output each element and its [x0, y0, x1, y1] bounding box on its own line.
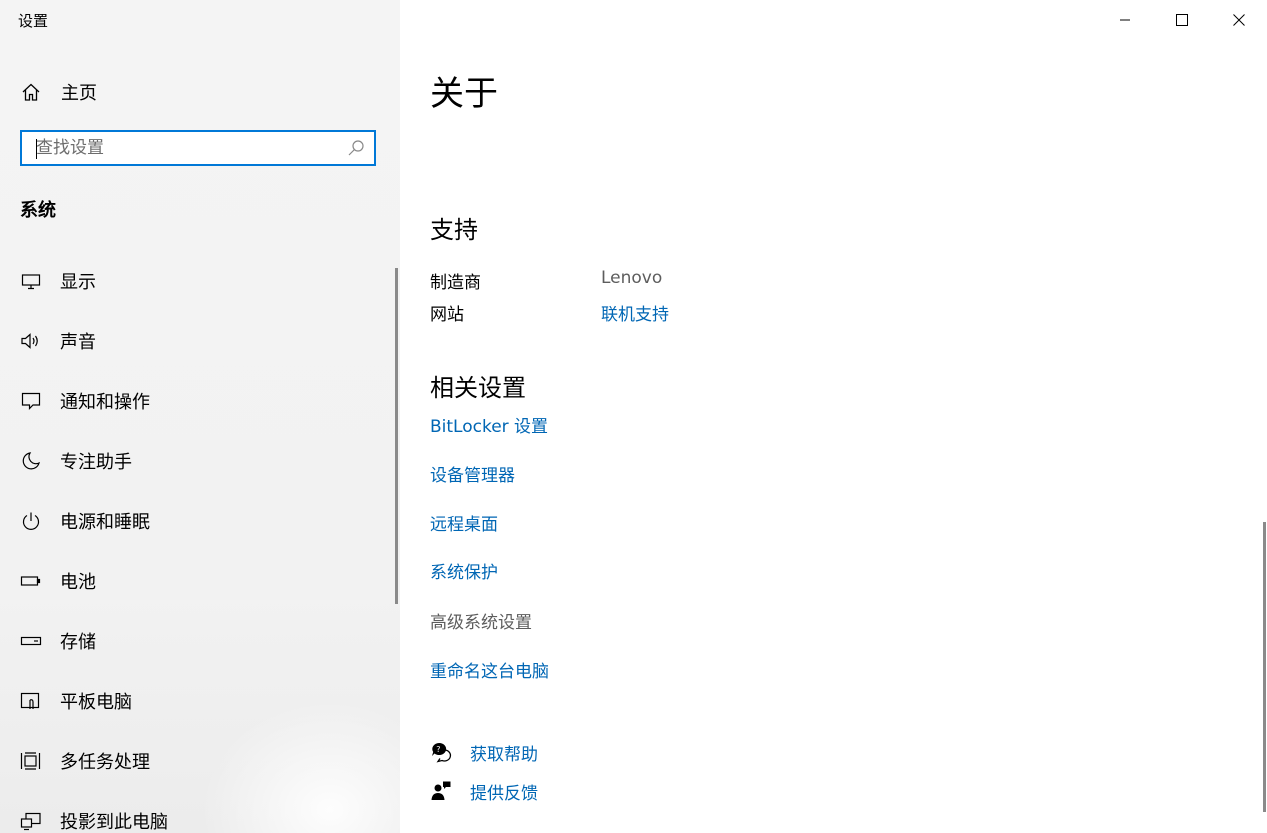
sidebar-item-label: 显示 — [60, 272, 96, 293]
sidebar-item-project[interactable]: 投影到此电脑 — [20, 806, 168, 833]
sidebar-item-label: 多任务处理 — [60, 752, 150, 773]
sidebar-item-label: 电源和睡眠 — [60, 512, 150, 533]
search-icon[interactable] — [346, 138, 366, 158]
help-chat-icon: ? — [430, 741, 452, 763]
sidebar-item-label: 存储 — [60, 632, 96, 653]
maximize-icon — [1175, 11, 1188, 30]
website-label: 网站 — [430, 305, 464, 325]
online-support-link[interactable]: 联机支持 — [601, 300, 669, 325]
tablet-icon — [20, 690, 42, 712]
manufacturer-value: Lenovo — [601, 268, 663, 288]
multitask-icon — [20, 750, 42, 772]
sidebar-item-sound[interactable]: 声音 — [20, 326, 96, 356]
sidebar-item-label: 通知和操作 — [60, 392, 150, 413]
sidebar-item-label: 声音 — [60, 332, 96, 353]
monitor-icon — [20, 270, 42, 292]
minimize-icon — [1119, 11, 1131, 30]
manufacturer-label: 制造商 — [430, 273, 481, 293]
sidebar-item-label: 平板电脑 — [60, 692, 132, 713]
search-box — [20, 130, 376, 166]
project-icon — [20, 810, 42, 832]
moon-icon — [20, 450, 42, 472]
speaker-icon — [20, 330, 42, 352]
related-settings-heading: 相关设置 — [430, 374, 526, 402]
home-label: 主页 — [61, 83, 97, 104]
advanced-system-settings-link[interactable]: 高级系统设置 — [430, 608, 532, 633]
device-manager-link[interactable]: 设备管理器 — [430, 461, 515, 486]
sidebar-scrollbar[interactable] — [395, 268, 398, 604]
notification-icon — [20, 390, 42, 412]
sidebar-item-label: 电池 — [60, 572, 96, 593]
main-scrollbar[interactable] — [1263, 522, 1266, 812]
sidebar-item-home[interactable]: 主页 — [20, 78, 97, 106]
sidebar-item-display[interactable]: 显示 — [20, 266, 96, 296]
support-heading: 支持 — [430, 216, 478, 244]
sidebar: 设置 主页 系统 显示 声音 — [0, 0, 400, 833]
home-icon — [20, 81, 42, 103]
sidebar-item-storage[interactable]: 存储 — [20, 626, 96, 656]
give-feedback-label: 提供反馈 — [470, 783, 538, 804]
sidebar-item-notifications[interactable]: 通知和操作 — [20, 386, 150, 416]
remote-desktop-link[interactable]: 远程桌面 — [430, 510, 498, 535]
get-help-link[interactable]: ? 获取帮助 — [430, 739, 538, 765]
system-protection-link[interactable]: 系统保护 — [430, 558, 498, 583]
app-title: 设置 — [18, 12, 49, 30]
power-icon — [20, 510, 42, 532]
get-help-label: 获取帮助 — [470, 744, 538, 765]
main-content: 关于 支持 制造商 Lenovo 网站 联机支持 相关设置 BitLocker … — [400, 0, 1267, 833]
section-title: 系统 — [20, 200, 56, 221]
sidebar-item-tablet[interactable]: 平板电脑 — [20, 686, 132, 716]
give-feedback-link[interactable]: 提供反馈 — [430, 778, 538, 804]
sidebar-item-focus-assist[interactable]: 专注助手 — [20, 446, 132, 476]
sidebar-item-battery[interactable]: 电池 — [20, 566, 96, 596]
maximize-button[interactable] — [1153, 0, 1210, 40]
sidebar-item-power-sleep[interactable]: 电源和睡眠 — [20, 506, 150, 536]
sidebar-item-multitasking[interactable]: 多任务处理 — [20, 746, 150, 776]
bitlocker-settings-link[interactable]: BitLocker 设置 — [430, 412, 548, 437]
window-controls — [1096, 0, 1267, 40]
sidebar-item-label: 投影到此电脑 — [60, 812, 168, 833]
battery-icon — [20, 570, 42, 592]
close-button[interactable] — [1210, 0, 1267, 40]
svg-text:?: ? — [436, 745, 440, 754]
feedback-icon — [430, 780, 452, 802]
rename-pc-link[interactable]: 重命名这台电脑 — [430, 657, 549, 682]
storage-icon — [20, 630, 42, 652]
close-icon — [1232, 11, 1245, 30]
sidebar-item-label: 专注助手 — [60, 452, 132, 473]
search-input[interactable] — [22, 132, 356, 164]
page-title: 关于 — [430, 74, 498, 114]
text-caret — [36, 139, 37, 159]
minimize-button[interactable] — [1096, 0, 1153, 40]
